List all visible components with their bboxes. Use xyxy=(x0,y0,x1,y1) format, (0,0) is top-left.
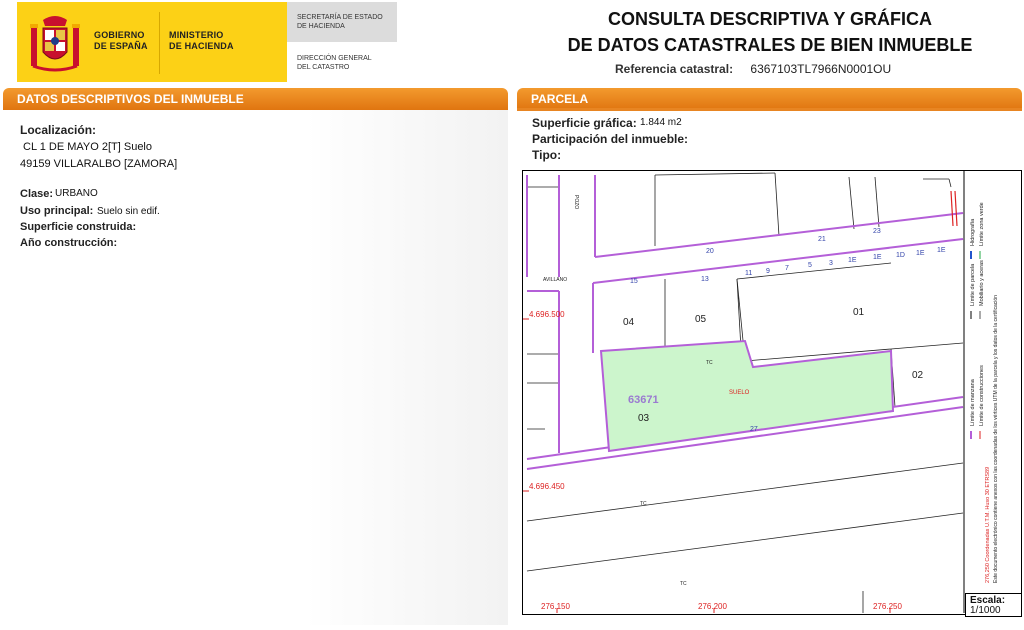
legend-parcela: Límite de parcela xyxy=(970,263,976,306)
street-number: 1E xyxy=(848,257,857,264)
street-name-pozo: POZO xyxy=(573,195,579,209)
government-logo-block: GOBIERNO DE ESPAÑA MINISTERIO DE HACIEND… xyxy=(17,2,287,82)
localizacion-label: Localización: xyxy=(20,123,97,137)
map-drawing: 04 05 01 02 03 63671 SUELO TC TC TC AVIL… xyxy=(523,171,999,613)
legend-construcciones: Límite de construcciones xyxy=(979,365,985,426)
legend-zona-verde: Límite zona verde xyxy=(979,202,985,246)
legend-manzana: Límite de manzana xyxy=(970,378,976,426)
street-number: 27 xyxy=(750,426,758,433)
legend-hidrografia: Hidrografía xyxy=(970,218,976,246)
y-coord-upper: 4.696.500 xyxy=(529,310,565,319)
street-number: 15 xyxy=(630,278,638,285)
parcel-ref-label: 63671 xyxy=(628,394,659,406)
street-number: 1D xyxy=(896,252,905,259)
tipo-label: Tipo: xyxy=(532,148,562,162)
street-number: 23 xyxy=(873,228,881,235)
secretaria-text: SECRETARÍA DE ESTADO xyxy=(297,14,383,21)
x-coord-1: 276.150 xyxy=(541,602,570,611)
page-title: CONSULTA DESCRIPTIVA Y GRÁFICA DE DATOS … xyxy=(567,9,973,55)
street-number: 13 xyxy=(701,276,709,283)
suelo-label: SUELO xyxy=(729,390,750,396)
clase-value: URBANO xyxy=(55,188,98,199)
legend-mobiliario: Mobiliario y aceras xyxy=(979,260,985,306)
cadastral-map: 04 05 01 02 03 63671 SUELO TC TC TC AVIL… xyxy=(522,170,1022,615)
x-coord-3: 276.250 xyxy=(873,602,902,611)
parcel-label-03: 03 xyxy=(638,413,650,424)
street-number: 20 xyxy=(706,248,714,255)
referencia-value: 6367103TL7966N0001OU xyxy=(750,62,892,76)
street-number: 7 xyxy=(785,265,789,272)
participacion-label: Participación del inmueble: xyxy=(532,132,689,146)
escala-box: Escala: 1/1000 xyxy=(965,593,1022,617)
y-coord-lower: 4.696.450 xyxy=(529,482,565,491)
ministry-text: MINISTERIO DE HACIENDA xyxy=(169,30,234,51)
street-number: 1E xyxy=(916,250,925,257)
street-name-avillano: AVILLANO xyxy=(543,277,567,283)
divider xyxy=(159,12,160,74)
legend-coords-note: 276,250 Coordenadas U.T.M. Huso 30 ETRS8… xyxy=(985,467,991,583)
coat-of-arms-icon xyxy=(30,16,80,72)
escala-value: 1/1000 xyxy=(970,605,1001,616)
referencia-label: Referencia catastral: xyxy=(615,62,734,76)
street-number: 1E xyxy=(937,247,946,254)
street-number: 9 xyxy=(766,268,770,275)
referencia-catastral: Referencia catastral: 6367103TL7966N0001… xyxy=(615,62,891,76)
direccion-general-text: DIRECCIÓN GENERAL DEL CATASTRO xyxy=(297,55,372,71)
parcel-label-04: 04 xyxy=(623,317,635,328)
tc-label-1: TC xyxy=(706,360,713,366)
address-line-2: 49159 VILLARALBO [ZAMORA] xyxy=(20,158,178,170)
section-underline xyxy=(517,108,1022,111)
uso-value: Suelo sin edif. xyxy=(97,206,160,217)
tc-label-3: TC xyxy=(680,581,687,587)
gobierno-text: GOBIERNO DE ESPAÑA xyxy=(94,30,148,51)
superficie-grafica-value: 1.844 m2 xyxy=(640,117,682,128)
street-number: 3 xyxy=(829,260,833,267)
section-header-datos: DATOS DESCRIPTIVOS DEL INMUEBLE xyxy=(3,88,508,110)
x-coord-2: 276.200 xyxy=(698,602,727,611)
parcel-label-01: 01 xyxy=(853,307,865,318)
superficie-grafica-label: Superficie gráfica: xyxy=(532,116,637,130)
secretaria-text-2: DE HACIENDA xyxy=(297,23,345,30)
parcel-label-02: 02 xyxy=(912,370,924,381)
street-number: 11 xyxy=(745,270,752,277)
superficie-construida-label: Superficie construida: xyxy=(20,221,137,233)
tc-label-2: TC xyxy=(640,501,647,507)
section-header-parcela: PARCELA xyxy=(517,88,1022,110)
street-number: 5 xyxy=(808,262,812,269)
parcel-label-05: 05 xyxy=(695,314,707,325)
secretaria-block: SECRETARÍA DE ESTADO DE HACIENDA xyxy=(287,2,397,42)
address-line-1: CL 1 DE MAYO 2[T] Suelo xyxy=(23,141,152,153)
street-number: 1E xyxy=(873,254,882,261)
uso-label: Uso principal: xyxy=(20,205,94,217)
legend-doc-note: Este documento electrónico contiene anex… xyxy=(993,295,999,583)
street-number: 21 xyxy=(818,236,826,243)
clase-label: Clase: xyxy=(20,188,54,200)
ano-construccion-label: Año construcción: xyxy=(20,237,118,249)
